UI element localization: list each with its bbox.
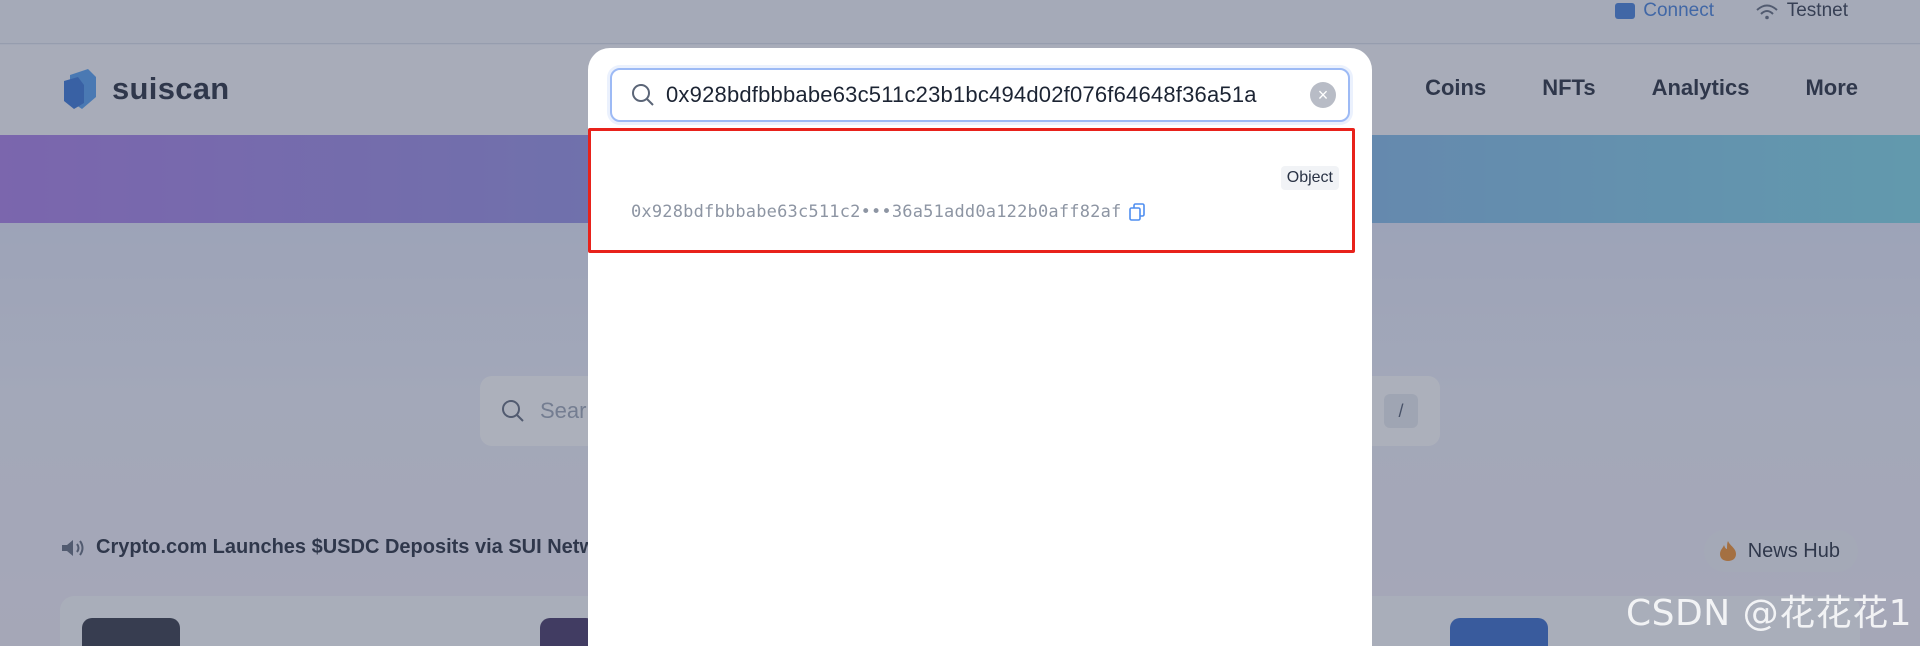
result-object-id: 0x928bdfbbbabe63c511c2•••36a51add0a122b0…	[631, 202, 1146, 222]
result-type-badge: Object	[1280, 166, 1339, 190]
watermark: CSDN @花花花1	[1626, 593, 1912, 634]
result-highlight-box	[588, 128, 1355, 253]
search-query-value: 0x928bdfbbbabe63c511c23b1bc494d02f076f64…	[666, 82, 1257, 107]
result-id-text: 0x928bdfbbbabe63c511c2•••36a51add0a122b0…	[631, 202, 1122, 222]
search-icon	[632, 84, 654, 106]
modal-search-input[interactable]: 0x928bdfbbbabe63c511c23b1bc494d02f076f64…	[610, 68, 1350, 122]
copy-icon[interactable]	[1129, 203, 1146, 221]
search-result-item[interactable]: Object 0x928bdfbbbabe63c511c2•••36a51add…	[588, 128, 1372, 254]
clear-search-button[interactable]: ×	[1310, 82, 1336, 108]
search-modal: 0x928bdfbbbabe63c511c23b1bc494d02f076f64…	[588, 48, 1372, 646]
